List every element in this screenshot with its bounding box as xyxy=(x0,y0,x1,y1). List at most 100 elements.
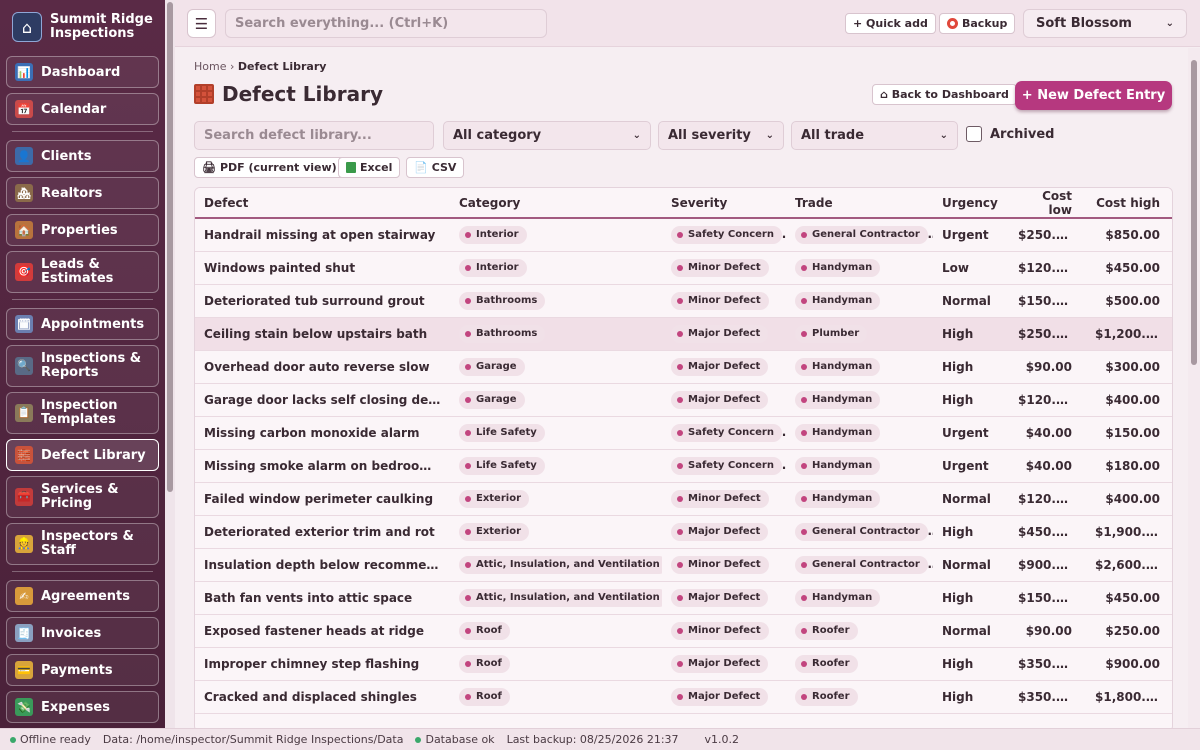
table-row[interactable]: Insulation depth below recommend... Attic… xyxy=(195,548,1172,582)
table-row[interactable]: Failed window perimeter caulking Exterior… xyxy=(195,482,1172,516)
table-row[interactable]: Missing carbon monoxide alarm Life Safety… xyxy=(195,416,1172,450)
sidebar-item-services-pricing[interactable]: 🧰 Services & Pricing xyxy=(6,476,159,518)
back-to-dashboard-button[interactable]: ⌂ Back to Dashboard xyxy=(872,84,1017,105)
cost-low-cell: $120.00 xyxy=(1009,251,1086,285)
table-row[interactable]: Overhead door auto reverse slow Garage Maj… xyxy=(195,350,1172,384)
severity-filter-select[interactable]: All severity ⌄ xyxy=(658,121,784,150)
archived-toggle[interactable]: Archived xyxy=(966,126,1055,142)
badge-label: Life Safety xyxy=(476,460,537,471)
table-row[interactable]: Exposed fastener heads at ridge Roof Minor… xyxy=(195,614,1172,648)
badge-dot-icon xyxy=(801,396,807,403)
sidebar-item-inspection-templates[interactable]: 📋 Inspection Templates xyxy=(6,392,159,434)
sidebar-item-invoices[interactable]: 🧾 Invoices xyxy=(6,617,159,649)
column-header[interactable]: Defect xyxy=(195,188,450,219)
export-pdf-button[interactable]: 🖨 PDF (current view) xyxy=(194,157,345,178)
defect-name-cell: Failed window perimeter caulking xyxy=(195,482,450,516)
export-csv-button[interactable]: 📄 CSV xyxy=(406,157,465,178)
urgency-cell: High xyxy=(933,350,1009,384)
sidebar-item-agreements[interactable]: ✍ Agreements xyxy=(6,580,159,612)
category-filter-select[interactable]: All category ⌄ xyxy=(443,121,651,150)
cost-low-cell: $150.00 xyxy=(1009,581,1086,615)
sidebar-item-calendar[interactable]: 📅 Calendar xyxy=(6,93,159,125)
main-scrollbar-thumb[interactable] xyxy=(1191,60,1197,365)
cost-high-cell: $300.00 xyxy=(1086,350,1172,384)
badge-dot-icon xyxy=(801,693,807,700)
table-row[interactable]: Cracked and displaced shingles Roof Major … xyxy=(195,680,1172,714)
trade-filter-select[interactable]: All trade ⌄ xyxy=(791,121,958,150)
column-header[interactable]: Severity xyxy=(662,188,786,219)
column-header[interactable]: Urgency xyxy=(933,188,1009,219)
global-search-input[interactable] xyxy=(225,9,547,38)
trade-cell: Roofer xyxy=(786,680,933,714)
category-cell: Exterior xyxy=(450,482,662,516)
badge-label: Handyman xyxy=(812,592,873,603)
backup-button[interactable]: Backup xyxy=(939,13,1016,34)
theme-select[interactable]: Soft Blossom ⌄ xyxy=(1023,9,1187,38)
column-header[interactable]: Category xyxy=(450,188,662,219)
badge-dot-icon xyxy=(465,528,471,535)
brand[interactable]: ⌂ Summit Ridge Inspections xyxy=(0,0,165,50)
badge-dot-icon xyxy=(677,594,683,601)
sidebar-item-defect-library[interactable]: 🧱 Defect Library xyxy=(6,439,159,471)
badge-label: Handyman xyxy=(812,427,873,438)
category-badge: Garage xyxy=(459,357,525,376)
sidebar-item-appointments[interactable]: 🗓 Appointments xyxy=(6,308,159,340)
trade-cell: Handyman xyxy=(786,284,933,318)
sidebar-item-inspections-reports[interactable]: 🔍 Inspections & Reports xyxy=(6,345,159,387)
sidebar-item-realtors[interactable]: 🏘 Realtors xyxy=(6,177,159,209)
severity-cell: Safety Concern xyxy=(662,449,786,483)
quick-add-button[interactable]: + Quick add xyxy=(845,13,936,34)
archived-label: Archived xyxy=(990,126,1055,142)
table-row[interactable]: Deteriorated tub surround grout Bathrooms… xyxy=(195,284,1172,318)
sidebar-item-properties[interactable]: 🏠 Properties xyxy=(6,214,159,246)
category-badge: Attic, Insulation, and Ventilation xyxy=(459,555,662,574)
cost-high-cell: $450.00 xyxy=(1086,581,1172,615)
table-row[interactable]: Bath fan vents into attic space Attic, In… xyxy=(195,581,1172,615)
new-defect-entry-button[interactable]: + New Defect Entry xyxy=(1015,81,1172,110)
severity-cell: Safety Concern xyxy=(662,416,786,450)
badge-dot-icon xyxy=(677,528,683,535)
export-excel-button[interactable]: Excel xyxy=(338,157,401,178)
sidebar-item-clients[interactable]: 👤 Clients xyxy=(6,140,159,172)
table-row[interactable]: Windows painted shut Interior Minor Defect… xyxy=(195,251,1172,285)
table-row[interactable]: Handrail missing at open stairway Interio… xyxy=(195,218,1172,252)
data-path: Data: /home/inspector/Summit Ridge Inspe… xyxy=(102,733,404,746)
category-cell: Roof xyxy=(450,614,662,648)
table-row[interactable]: Improper chimney step flashing Roof Major … xyxy=(195,647,1172,681)
sidebar-item-expenses[interactable]: 💸 Expenses xyxy=(6,691,159,723)
badge-dot-icon xyxy=(677,297,683,304)
sidebar-item-inspectors-staff[interactable]: 👷 Inspectors & Staff xyxy=(6,523,159,565)
table-row[interactable]: Missing smoke alarm on bedroom l... Life … xyxy=(195,449,1172,483)
table-header-row: Defect Category Severity Trade Urgency Cost l… xyxy=(195,188,1172,219)
table-row[interactable]: Deteriorated exterior trim and rot Exteri… xyxy=(195,515,1172,549)
trade-cell: Handyman xyxy=(786,449,933,483)
calendar-icon: 📅 xyxy=(15,100,33,118)
archived-checkbox[interactable] xyxy=(966,126,982,142)
column-header[interactable]: Trade xyxy=(786,188,933,219)
houses-icon: 🏘 xyxy=(15,184,33,202)
sidebar-scrollbar-thumb[interactable] xyxy=(167,2,173,492)
badge-dot-icon xyxy=(677,561,683,568)
badge-label: Roof xyxy=(476,691,502,702)
main-scrollbar[interactable] xyxy=(1188,48,1200,728)
sidebar-item-leads-estimates[interactable]: 🎯 Leads & Estimates xyxy=(6,251,159,293)
defect-search-input[interactable] xyxy=(194,121,434,150)
table-row[interactable]: Garage door lacks self closing device Gar… xyxy=(195,383,1172,417)
badge-dot-icon xyxy=(677,660,683,667)
sidebar-nav: 📊 Dashboard 📅 Calendar 👤 Clients 🏘 Realtors 🏠 Pro… xyxy=(0,50,165,728)
sidebar-item-dashboard[interactable]: 📊 Dashboard xyxy=(6,56,159,88)
sidebar-scrollbar[interactable] xyxy=(165,0,175,728)
table-row[interactable]: Ceiling stain below upstairs bath Bathroo… xyxy=(195,317,1172,351)
sidebar-item-payments[interactable]: 💳 Payments xyxy=(6,654,159,686)
column-header[interactable]: Cost low xyxy=(1009,188,1086,219)
urgency-cell: Normal xyxy=(933,284,1009,318)
sidebar-divider xyxy=(12,299,153,300)
severity-cell: Minor Defect xyxy=(662,251,786,285)
menu-button[interactable]: ☰ xyxy=(187,9,216,38)
sidebar-item-label: Realtors xyxy=(41,185,103,201)
breadcrumb-home[interactable]: Home xyxy=(194,60,226,73)
brand-name-line1: Summit Ridge xyxy=(50,12,153,27)
severity-cell: Minor Defect xyxy=(662,548,786,582)
badge-label: Attic, Insulation, and Ventilation xyxy=(476,559,660,570)
column-header[interactable]: Cost high xyxy=(1086,188,1172,219)
